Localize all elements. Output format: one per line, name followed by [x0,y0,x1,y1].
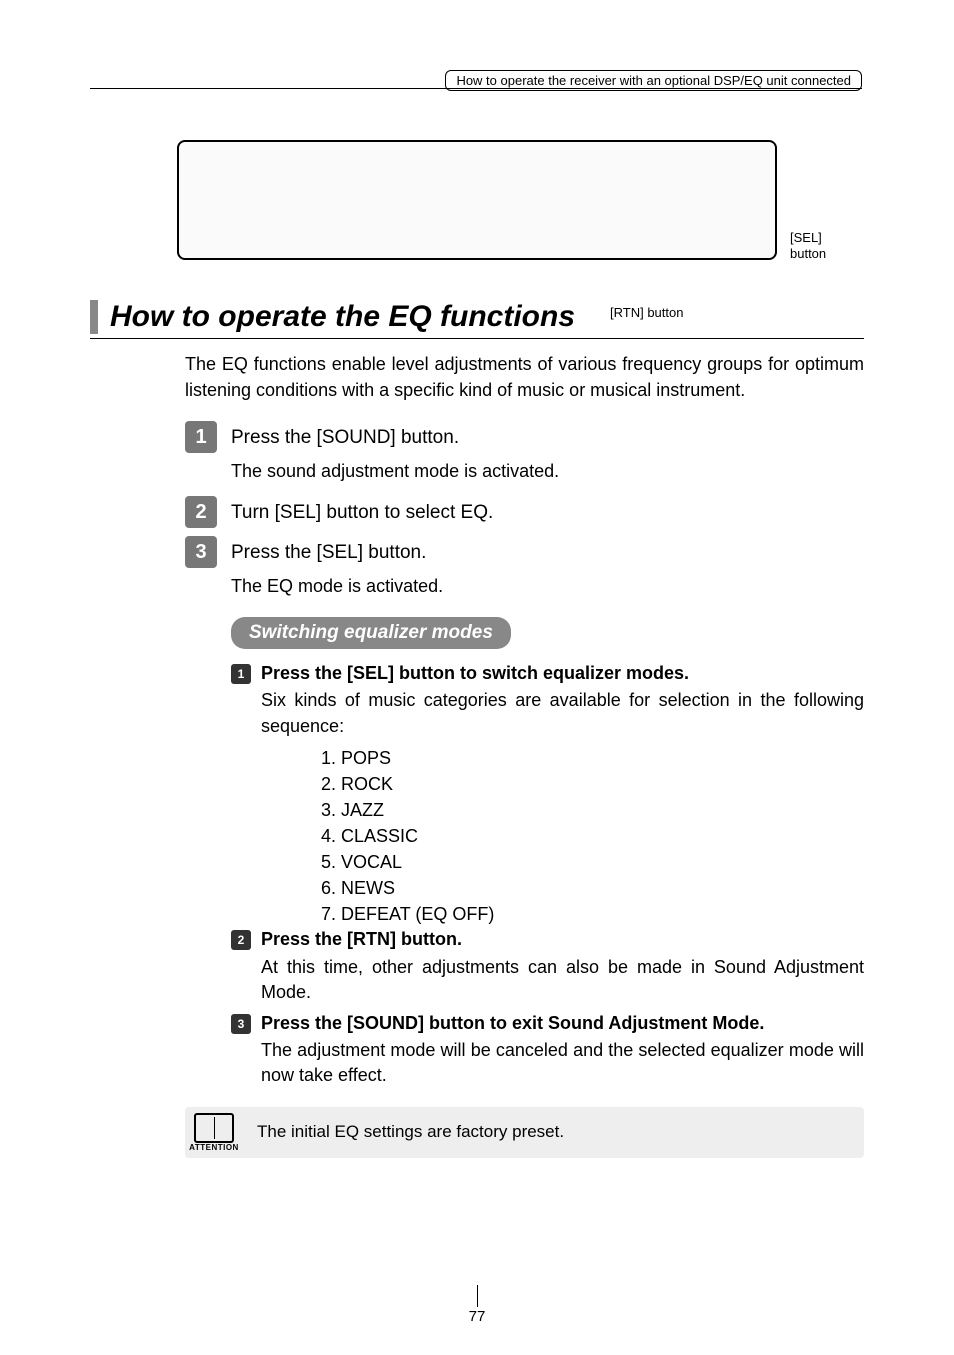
step-3-body: The EQ mode is activated. [231,576,864,597]
title-mark-icon [90,300,98,334]
substep-1-head: Press the [SEL] button to switch equaliz… [261,661,864,686]
substep-2: 2 Press the [RTN] button. [231,927,864,952]
attention-text: The initial EQ settings are factory pres… [243,1110,864,1154]
eq-sequence-list: 1. POPS 2. ROCK 3. JAZZ 4. CLASSIC 5. VO… [321,745,864,928]
book-icon [194,1113,234,1143]
step-3: 3 Press the [SEL] button. [185,536,864,568]
seq-item: 2. ROCK [321,771,864,797]
receiver-diagram [177,140,777,260]
seq-item: 7. DEFEAT (EQ OFF) [321,901,864,927]
title-bar: How to operate the EQ functions [90,300,864,339]
attention-icon: ATTENTION [185,1107,243,1158]
step-1-body: The sound adjustment mode is activated. [231,461,864,482]
diagram-area: [SOUND] button [SEL] button [RTN] button [90,140,864,260]
page-rule [477,1285,478,1307]
substep-2-body: At this time, other adjustments can also… [261,955,864,1005]
substep-3-num: 3 [231,1014,251,1034]
attention-label: ATTENTION [185,1143,243,1152]
substep-2-head: Press the [RTN] button. [261,927,864,952]
seq-item: 6. NEWS [321,875,864,901]
section-pill: Switching equalizer modes [231,617,511,649]
step-2-text: Turn [SEL] button to select EQ. [231,496,493,528]
substep-3: 3 Press the [SOUND] button to exit Sound… [231,1011,864,1036]
seq-item: 4. CLASSIC [321,823,864,849]
page-number: 77 [469,1308,486,1325]
step-1-text: Press the [SOUND] button. [231,421,459,453]
rtn-button-label: [RTN] button [610,305,683,320]
step-3-text: Press the [SEL] button. [231,536,426,568]
substep-2-num: 2 [231,930,251,950]
substep-3-body: The adjustment mode will be canceled and… [261,1038,864,1088]
substep-1-num: 1 [231,664,251,684]
attention-box: ATTENTION The initial EQ settings are fa… [185,1107,864,1158]
step-2: 2 Turn [SEL] button to select EQ. [185,496,864,528]
step-3-num: 3 [185,536,217,568]
substep-1: 1 Press the [SEL] button to switch equal… [231,661,864,686]
intro-text: The EQ functions enable level adjustment… [185,351,864,403]
sel-button-label-l1: [SEL] [790,230,822,245]
substep-3-head: Press the [SOUND] button to exit Sound A… [261,1011,864,1036]
seq-item: 3. JAZZ [321,797,864,823]
substep-1-body: Six kinds of music categories are availa… [261,688,864,738]
step-2-num: 2 [185,496,217,528]
sel-button-label-l2: button [790,246,826,261]
seq-item: 1. POPS [321,745,864,771]
header-rule [90,88,862,89]
page-title: How to operate the EQ functions [110,300,575,334]
seq-item: 5. VOCAL [321,849,864,875]
sel-button-label: [SEL] button [790,230,826,261]
step-1: 1 Press the [SOUND] button. [185,421,864,453]
step-1-num: 1 [185,421,217,453]
